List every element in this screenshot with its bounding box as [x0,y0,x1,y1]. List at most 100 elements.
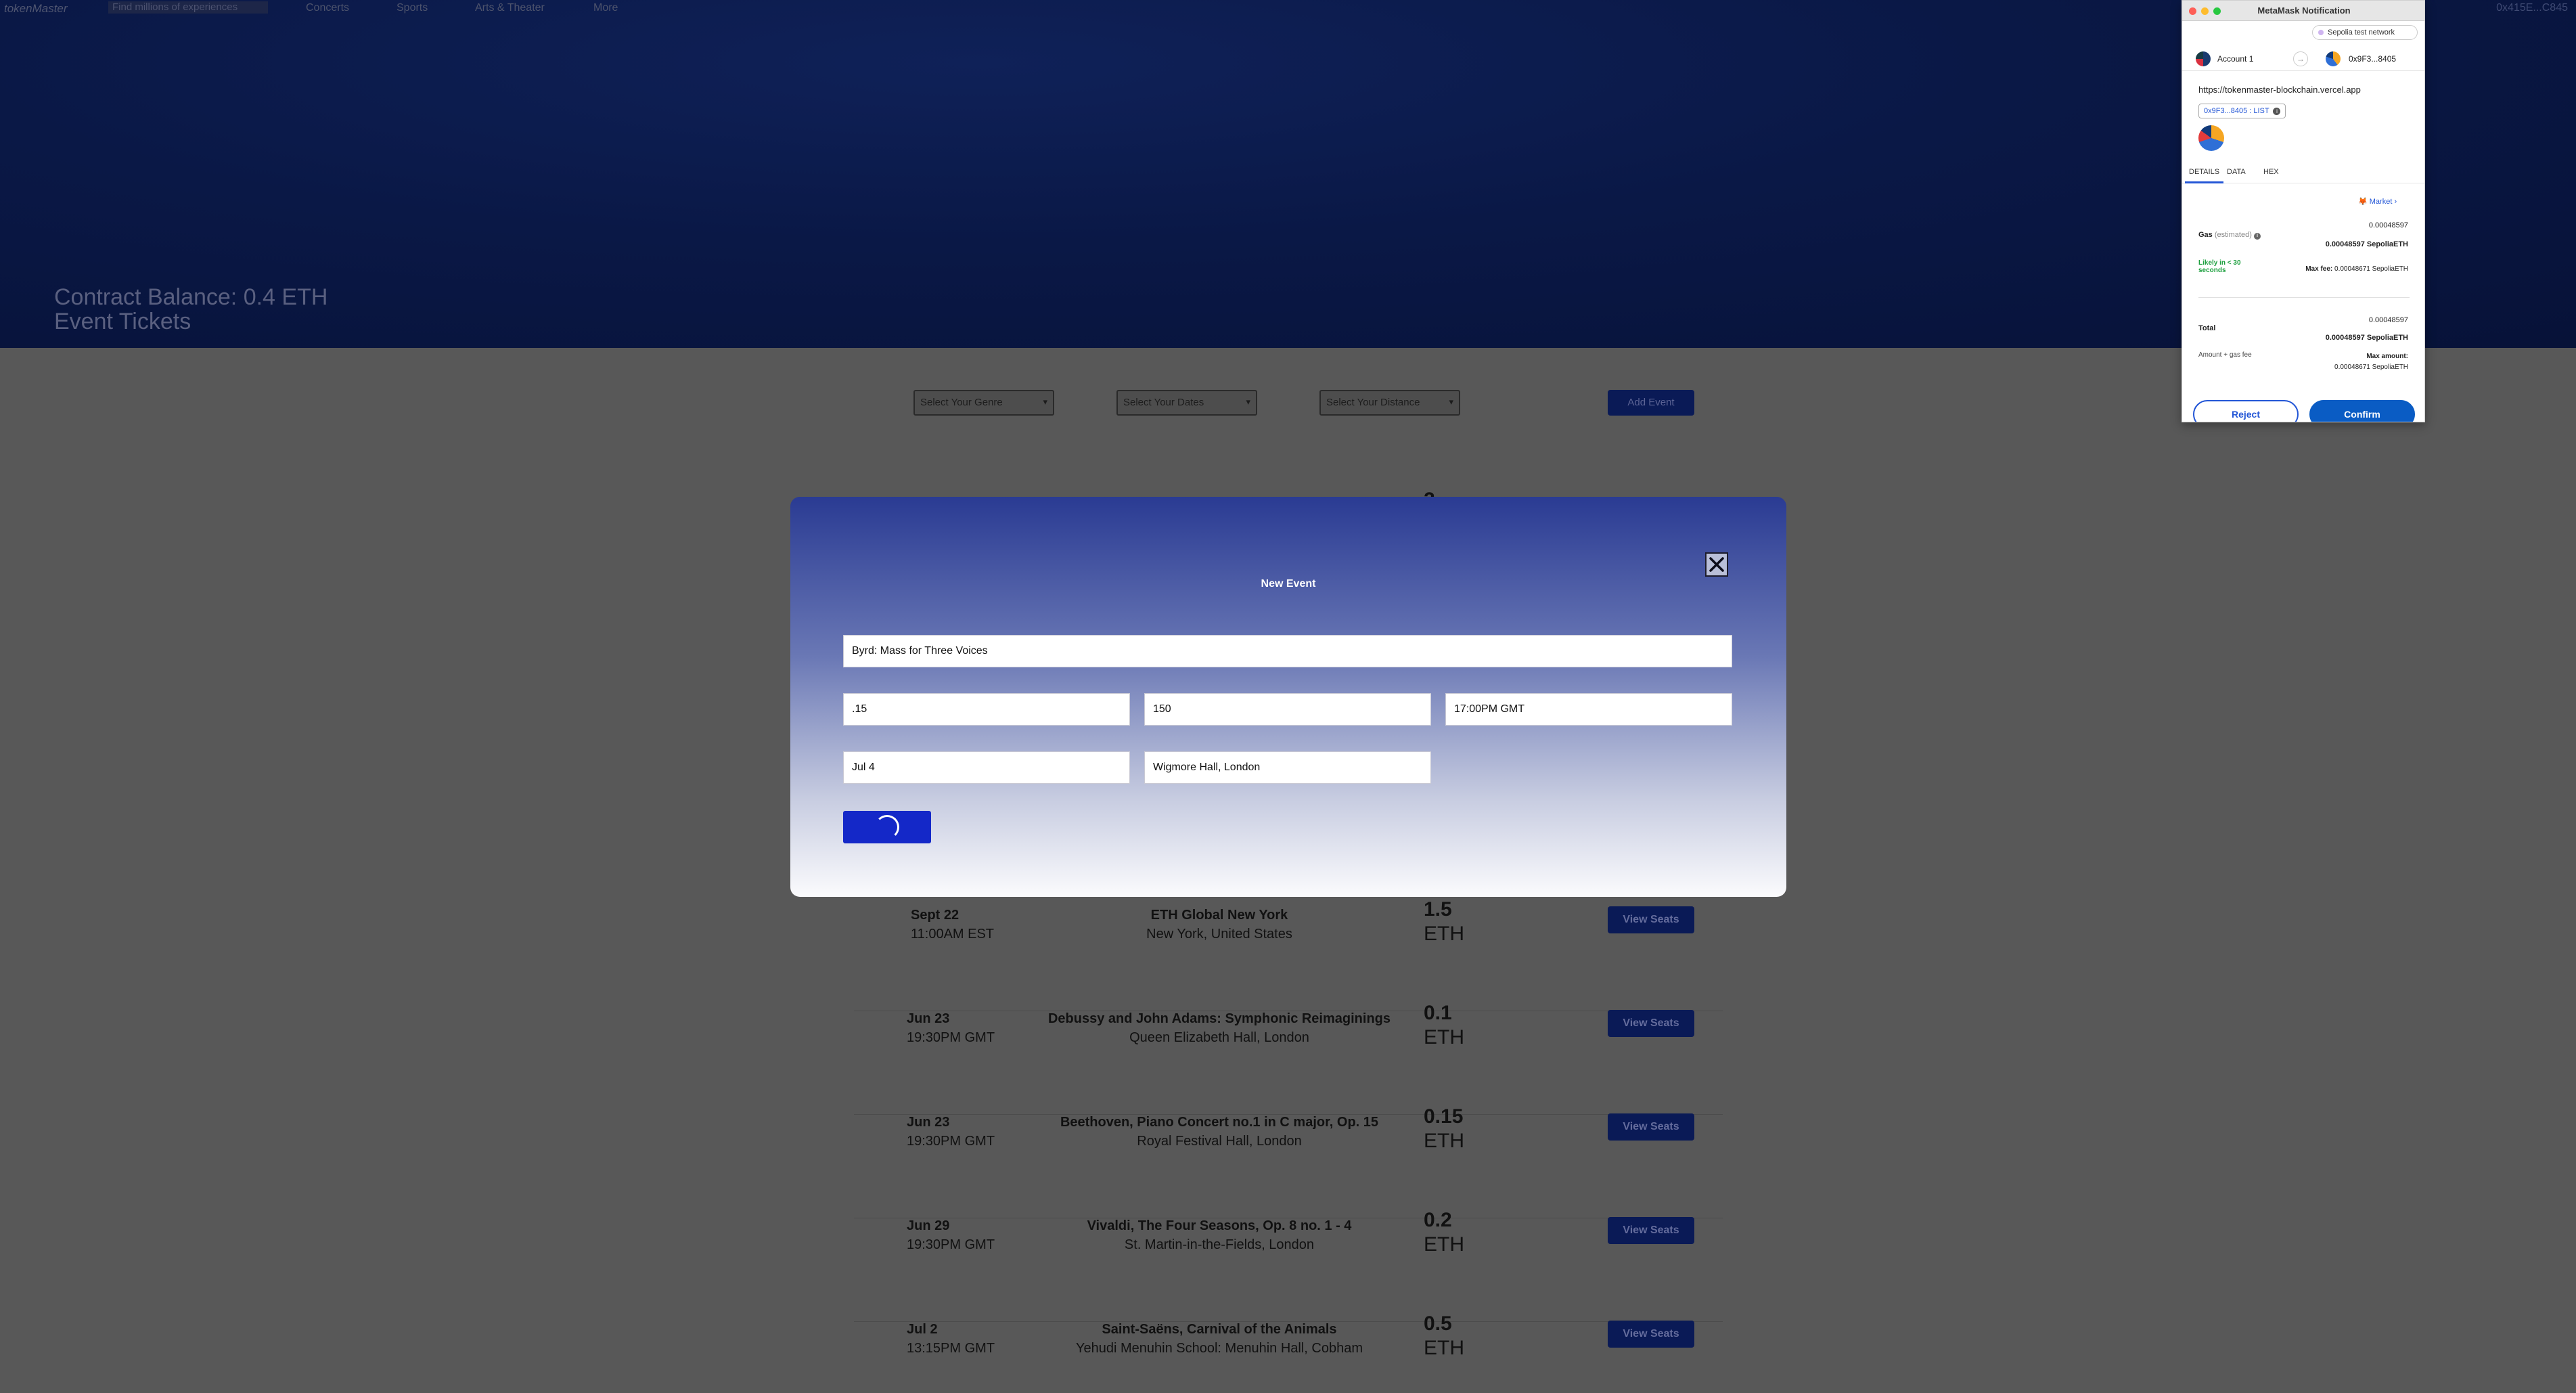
window-minimize-button[interactable] [2201,7,2209,15]
event-row: Sept 22 11:00AM EST ETH Global New York … [854,898,1723,1011]
origin-url: https://tokenmaster-blockchain.vercel.ap… [2198,85,2361,95]
close-button[interactable] [1705,552,1728,577]
add-event-button[interactable]: Add Event [1608,390,1694,416]
info-icon[interactable]: i [2253,233,2261,240]
event-date: Jun 23 [907,1011,950,1026]
window-maximize-button[interactable] [2213,7,2221,15]
tab-data[interactable]: DATA [2223,163,2250,183]
gas-small: 0.00048597 [2368,221,2408,229]
event-time: 13:15PM GMT [907,1341,995,1356]
event-time: 19:30PM GMT [907,1030,995,1045]
contract-identicon [2198,125,2224,151]
event-price: 0.5 [1424,1312,1452,1335]
submit-button[interactable] [843,811,931,843]
search-input[interactable]: Find millions of experiences [108,1,268,14]
market-label: Market [2369,198,2393,206]
event-location: St. Martin-in-the-Fields, London [1124,1237,1315,1252]
nav-link-concerts[interactable]: Concerts [306,2,349,14]
chevron-down-icon: ▾ [1449,397,1453,407]
event-location: Yehudi Menuhin School: Menuhin Hall, Cob… [1076,1341,1363,1356]
logo[interactable]: tokenMaster [4,2,68,16]
reject-button[interactable]: Reject [2193,400,2299,422]
dates-select[interactable]: Select Your Dates ▾ [1116,390,1257,416]
contract-balance: Contract Balance: 0.4 ETH [54,284,328,310]
event-currency: ETH [1424,1026,1464,1048]
tab-details[interactable]: DETAILS [2185,163,2224,183]
amount-gas-fee: Amount + gas fee [2198,351,2252,359]
event-price: 1.5 [1424,898,1452,921]
likely-time: Likely in < 30 seconds [2198,259,2241,274]
gas-label-text: Gas [2198,231,2213,239]
account-bar: Account 1 → 0x9F3...8405 [2182,47,2424,71]
method-label: 0x9F3...8405 : LIST [2204,107,2269,115]
distance-select-label: Select Your Distance [1326,397,1420,408]
total-small: 0.00048597 [2368,316,2408,324]
dates-select-label: Select Your Dates [1123,397,1204,408]
window-close-button[interactable] [2189,7,2196,15]
page: Contract Balance: 0.4 ETH Event Tickets … [0,0,2576,1393]
divider [2198,297,2410,298]
max-amount-value: 0.00048671 SepoliaETH [2334,363,2408,371]
genre-select-label: Select Your Genre [920,397,1003,408]
event-time: 11:00AM EST [911,927,995,942]
network-indicator[interactable]: Sepolia test network [2312,25,2418,40]
event-name-input[interactable] [843,635,1732,667]
event-cost-input[interactable] [843,693,1130,726]
event-price: 0.1 [1424,1002,1452,1024]
event-location: New York, United States [1146,927,1292,942]
event-row: Jun 29 19:30PM GMT Vivaldi, The Four Sea… [854,1209,1723,1322]
event-row: Jun 23 19:30PM GMT Beethoven, Piano Conc… [854,1105,1723,1218]
event-name: Beethoven, Piano Concert no.1 in C major… [1060,1115,1379,1130]
close-icon [1709,557,1724,572]
genre-select[interactable]: Select Your Genre ▾ [913,390,1054,416]
event-location-input[interactable] [1144,751,1431,784]
event-name: ETH Global New York [1150,908,1288,923]
event-date: Jun 23 [907,1115,950,1130]
event-date-input[interactable] [843,751,1130,784]
max-amount-label: Max amount: [2366,353,2408,360]
event-time-input[interactable] [1445,693,1732,726]
event-price: 0.15 [1424,1105,1464,1128]
event-name: Vivaldi, The Four Seasons, Op. 8 no. 1 -… [1087,1218,1352,1233]
account-name: Account 1 [2217,54,2254,64]
nav-link-more[interactable]: More [593,2,618,14]
method-badge[interactable]: 0x9F3...8405 : LIST i [2198,104,2286,118]
max-fee-label: Max fee: [2305,265,2333,273]
hero-title: Event Tickets [54,309,191,334]
event-time: 19:30PM GMT [907,1237,995,1252]
event-currency: ETH [1424,1130,1464,1152]
chevron-down-icon: ▾ [1043,397,1047,407]
loading-spinner-icon [875,815,899,839]
view-seats-button[interactable]: View Seats [1608,1321,1694,1348]
account-avatar [2196,51,2211,66]
event-date: Sept 22 [911,908,959,923]
gas-bold: 0.00048597 SepoliaETH [2325,240,2408,248]
max-fee: Max fee: 0.00048671 SepoliaETH [2305,265,2408,273]
gas-estimated: (estimated) [2214,231,2252,239]
event-currency: ETH [1424,1337,1464,1359]
view-seats-button[interactable]: View Seats [1608,1113,1694,1141]
distance-select[interactable]: Select Your Distance ▾ [1319,390,1460,416]
nav-link-sports[interactable]: Sports [397,2,428,14]
event-currency: ETH [1424,1233,1464,1256]
event-location: Queen Elizabeth Hall, London [1129,1030,1309,1045]
view-seats-button[interactable]: View Seats [1608,906,1694,933]
confirm-button[interactable]: Confirm [2309,400,2415,422]
chevron-right-icon: › [2394,198,2397,206]
view-seats-button[interactable]: View Seats [1608,1217,1694,1244]
view-seats-button[interactable]: View Seats [1608,1010,1694,1037]
modal-title: New Event [1261,578,1316,590]
network-dot-icon [2318,30,2324,35]
connected-account-button[interactable]: 0x415E...C845 [2496,2,2568,14]
total-label: Total [2198,324,2216,332]
contract-address: 0x9F3...8405 [2349,54,2397,64]
tab-hex[interactable]: HEX [2259,163,2283,183]
metamask-notification-window: MetaMask Notification Sepolia test netwo… [2182,0,2425,422]
nav-link-arts-theater[interactable]: Arts & Theater [475,2,545,14]
market-link[interactable]: 🦊 Market › [2358,197,2397,206]
info-icon: i [2273,107,2281,115]
total-bold: 0.00048597 SepoliaETH [2325,334,2408,342]
event-tickets-input[interactable] [1144,693,1431,726]
event-row: Jun 23 19:30PM GMT Debussy and John Adam… [854,1002,1723,1115]
event-currency: ETH [1424,923,1464,945]
